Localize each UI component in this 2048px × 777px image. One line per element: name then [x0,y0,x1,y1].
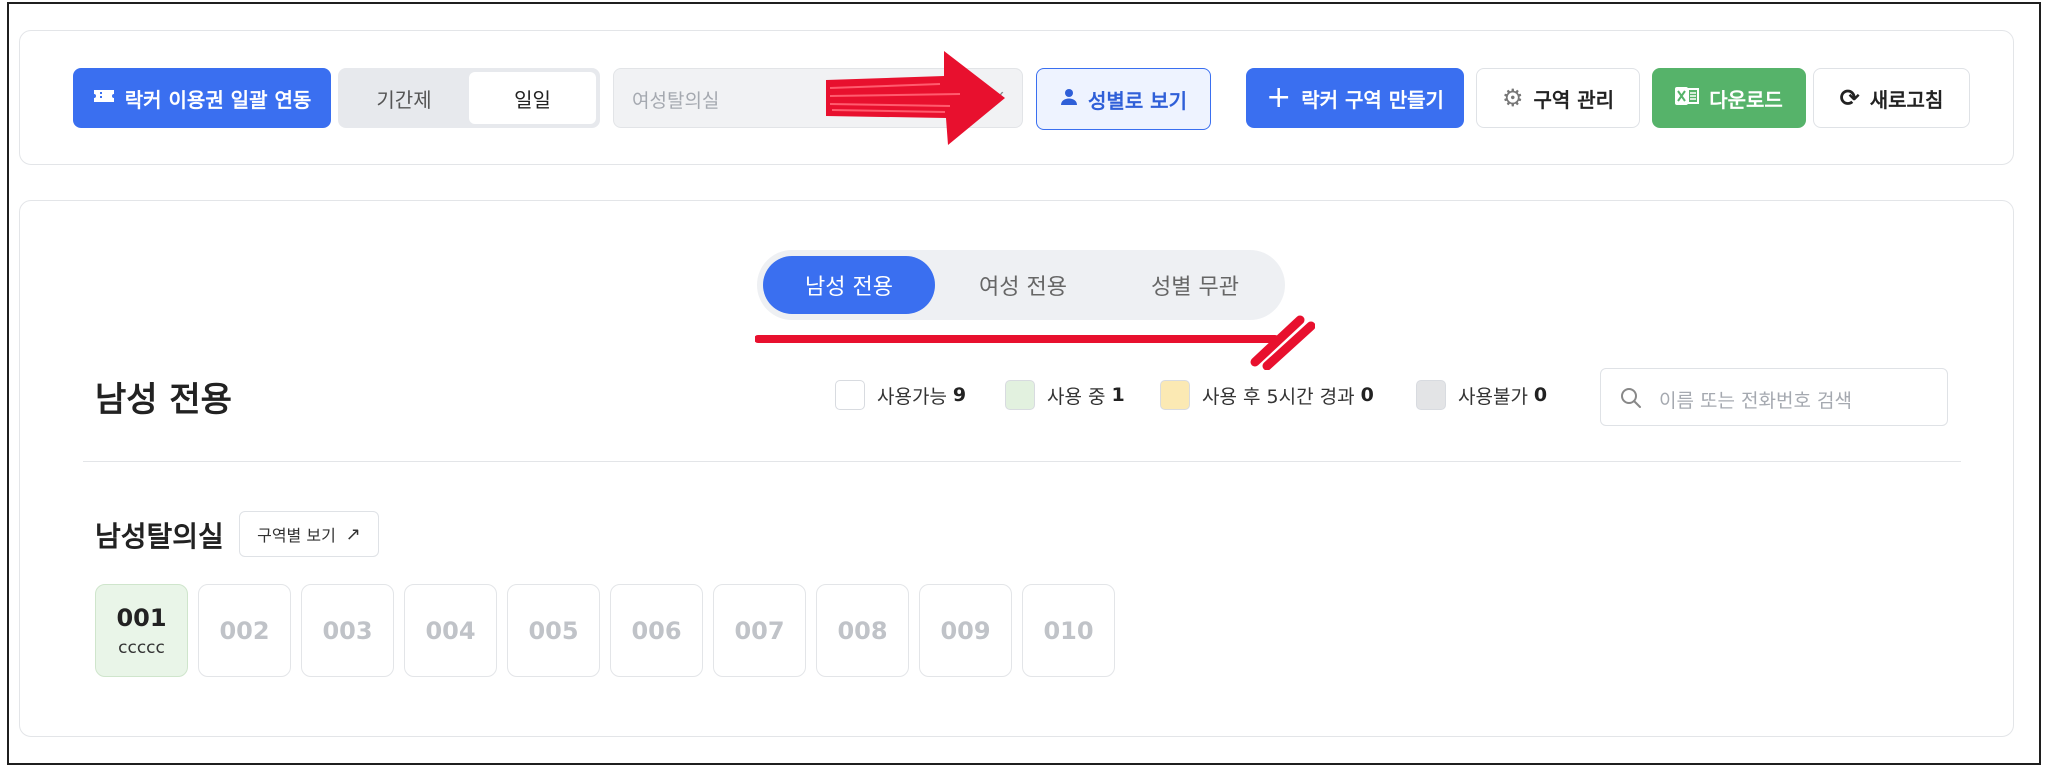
locker-tile[interactable]: 008 [816,584,909,677]
legend-count: 0 [1533,384,1548,406]
legend-count: 9 [952,384,967,406]
locker-tile[interactable]: 005 [507,584,600,677]
locker-tile[interactable]: 006 [610,584,703,677]
locker-number: 004 [425,616,476,645]
locker-number: 007 [734,616,785,645]
tab-period[interactable]: 기간제 [342,72,466,124]
legend-count: 1 [1111,384,1125,406]
legend-label: 사용 중 [1047,385,1106,408]
excel-icon [1675,85,1700,112]
legend-unavailable: 사용불가 0 [1416,380,1547,410]
gear-icon: ⚙ [1501,84,1524,112]
legend-in-use: 사용 중 1 [1005,380,1125,410]
create-zone-label: 락커 구역 만들기 [1301,87,1444,112]
search-placeholder: 이름 또는 전화번호 검색 [1659,390,1852,412]
locker-tile[interactable]: 003 [301,584,394,677]
legend-count: 0 [1360,384,1374,406]
locker-number: 005 [528,616,579,645]
refresh-button[interactable]: ⟳ 새로고침 [1813,68,1970,128]
legend-swatch [835,380,865,410]
gender-tabs: 남성 전용 여성 전용 성별 무관 [757,250,1285,320]
download-label: 다운로드 [1709,87,1783,112]
tab-female-only[interactable]: 여성 전용 [937,256,1109,314]
legend-swatch [1160,380,1190,410]
refresh-label: 새로고침 [1869,87,1944,112]
locker-number: 003 [322,616,373,645]
bulk-link-button[interactable]: 락커 이용권 일괄 연동 [73,68,331,128]
legend-label: 사용 후 5시간 경과 [1202,385,1355,408]
locker-number: 010 [1043,616,1094,645]
locker-number: 002 [219,616,270,645]
legend-swatch [1416,380,1446,410]
locker-number: 001 [116,603,167,632]
locker-tile[interactable]: 004 [404,584,497,677]
check-icon: ✓ [992,87,1006,106]
tab-daily[interactable]: 일일 [469,72,596,124]
tab-male-only[interactable]: 남성 전용 [763,256,935,314]
plus-icon: + [1266,80,1292,115]
legend-after-5h: 사용 후 5시간 경과 0 [1160,380,1374,410]
locker-number: 008 [837,616,888,645]
legend-label: 사용가능 [877,385,947,408]
arrow-up-right-icon: ↗ [345,523,361,545]
manage-zone-label: 구역 관리 [1533,87,1615,112]
tab-gender-neutral[interactable]: 성별 무관 [1109,256,1281,314]
view-by-gender-label: 성별로 보기 [1088,88,1187,113]
locker-room-select-value: 여성탈의실 [632,90,720,112]
bulk-link-label: 락커 이용권 일괄 연동 [124,87,312,112]
locker-tile[interactable]: 002 [198,584,291,677]
section-title: 남성 전용 [95,380,232,420]
view-by-zone-label: 구역별 보기 [257,526,336,545]
ticket-type-toggle: 기간제 일일 [338,68,600,128]
create-locker-zone-button[interactable]: + 락커 구역 만들기 [1246,68,1464,128]
locker-user: ccccc [118,637,165,658]
legend-label: 사용불가 [1458,385,1528,408]
search-input[interactable]: 이름 또는 전화번호 검색 [1600,368,1948,426]
download-button[interactable]: 다운로드 [1652,68,1806,128]
locker-number: 006 [631,616,682,645]
locker-number: 009 [940,616,991,645]
locker-tile[interactable]: 007 [713,584,806,677]
search-icon [1621,388,1641,408]
legend-available: 사용가능 9 [835,380,966,410]
person-icon [1060,87,1078,111]
zone-title: 남성탈의실 [95,520,224,553]
locker-tile[interactable]: 009 [919,584,1012,677]
locker-room-select[interactable]: 여성탈의실 ✓ [613,68,1023,128]
locker-tile[interactable]: 010 [1022,584,1115,677]
view-by-zone-button[interactable]: 구역별 보기 ↗ [239,511,379,557]
refresh-icon: ⟳ [1839,84,1860,112]
locker-tile[interactable]: 001 ccccc [95,584,188,677]
manage-zone-button[interactable]: ⚙ 구역 관리 [1476,68,1640,128]
view-by-gender-button[interactable]: 성별로 보기 [1036,68,1211,130]
divider [83,461,1961,462]
ticket-icon [93,86,115,110]
legend-swatch [1005,380,1035,410]
